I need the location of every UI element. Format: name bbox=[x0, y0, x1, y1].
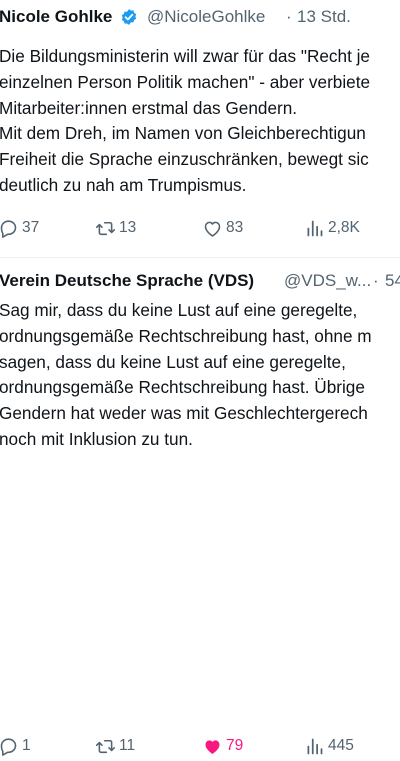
reply-icon bbox=[0, 219, 17, 238]
tweet-text-line: Sag mir, dass du keine Lust auf eine ger… bbox=[0, 300, 358, 320]
author-handle[interactable]: @NicoleGohlke bbox=[147, 7, 265, 27]
tweet-time[interactable]: 54 bbox=[385, 271, 400, 291]
tweet-text-line: deutlich zu nah am Trumpismus. bbox=[0, 174, 247, 195]
repost-icon bbox=[95, 221, 116, 235]
heart-icon bbox=[204, 221, 221, 237]
author-name[interactable]: Nicole Gohlke bbox=[0, 7, 112, 27]
repost-button[interactable]: 11 bbox=[95, 731, 135, 761]
tweet-text-line: ordnungsgemäße Rechtschreibung hast. Übr… bbox=[0, 377, 365, 398]
heart-icon bbox=[205, 739, 220, 754]
tweet-time[interactable]: 13 Std. bbox=[297, 7, 351, 27]
view-count: 445 bbox=[328, 737, 354, 754]
reply-button[interactable]: 1 bbox=[0, 731, 31, 761]
repost-icon bbox=[95, 739, 116, 753]
repost-count: 13 bbox=[119, 219, 137, 236]
repost-count: 11 bbox=[119, 737, 136, 754]
like-count: 83 bbox=[226, 219, 244, 236]
reply-button[interactable]: 37 bbox=[0, 213, 39, 243]
time-separator: · bbox=[373, 271, 379, 290]
reply-count: 37 bbox=[22, 219, 40, 236]
reply-icon bbox=[0, 737, 17, 756]
views-icon bbox=[307, 220, 323, 236]
tweet-actions: 1 11 79 445 bbox=[0, 731, 400, 761]
tweet-text-line: sagen, dass du keine Lust auf eine gereg… bbox=[0, 351, 346, 372]
tweet-header: Nicole Gohlke @NicoleGohlke · 13 Std. bbox=[0, 0, 400, 34]
like-button[interactable]: 79 bbox=[202, 731, 243, 761]
reply-count: 1 bbox=[22, 737, 31, 754]
repost-button[interactable]: 13 bbox=[95, 213, 136, 243]
author-name[interactable]: Verein Deutsche Sprache (VDS) bbox=[0, 271, 254, 291]
tweet-text-line: Freiheit die Sprache einzuschränken, bew… bbox=[0, 149, 369, 170]
tweet-divider bbox=[0, 257, 400, 258]
tweet-nicole-gohlke[interactable]: Nicole Gohlke @NicoleGohlke · 13 Std. Di… bbox=[0, 0, 400, 238]
tweet-text-line: Gendern hat weder was mit Geschlechterge… bbox=[0, 403, 368, 424]
views-icon bbox=[307, 738, 323, 754]
time-separator: · bbox=[286, 7, 292, 26]
verified-badge-icon bbox=[121, 9, 137, 25]
tweet-text-line: noch mit Inklusion zu tun. bbox=[0, 428, 193, 449]
views-button[interactable]: 2,8K bbox=[304, 213, 360, 243]
tweet-text: Die Bildungsministerin will zwar für das… bbox=[0, 44, 400, 199]
views-button[interactable]: 445 bbox=[304, 731, 354, 761]
tweet-text-line: ordnungsgemäße Rechtschreibung hast, ohn… bbox=[0, 325, 372, 346]
like-button[interactable]: 83 bbox=[202, 213, 243, 243]
tweet-text-line: Die Bildungsministerin will zwar für das… bbox=[0, 46, 370, 66]
tweet-text-line: Mitarbeiter:innen erstmal das Gendern. bbox=[0, 97, 298, 118]
tweet-text-line: einzelnen Person Politik machen" - aber … bbox=[0, 71, 371, 92]
tweet-text: Sag mir, dass du keine Lust auf eine ger… bbox=[0, 298, 400, 453]
view-count: 2,8K bbox=[328, 219, 360, 236]
tweet-header: Verein Deutsche Sprache (VDS) @VDS_w... … bbox=[0, 264, 400, 298]
tweet-actions: 37 13 83 2,8K bbox=[0, 213, 400, 243]
author-handle[interactable]: @VDS_w... bbox=[284, 271, 371, 291]
like-count: 79 bbox=[226, 737, 244, 754]
tweet-text-line: Mit dem Dreh, im Namen von Gleichberecht… bbox=[0, 123, 366, 144]
tweet-vds[interactable]: Verein Deutsche Sprache (VDS) @VDS_w... … bbox=[0, 264, 400, 756]
